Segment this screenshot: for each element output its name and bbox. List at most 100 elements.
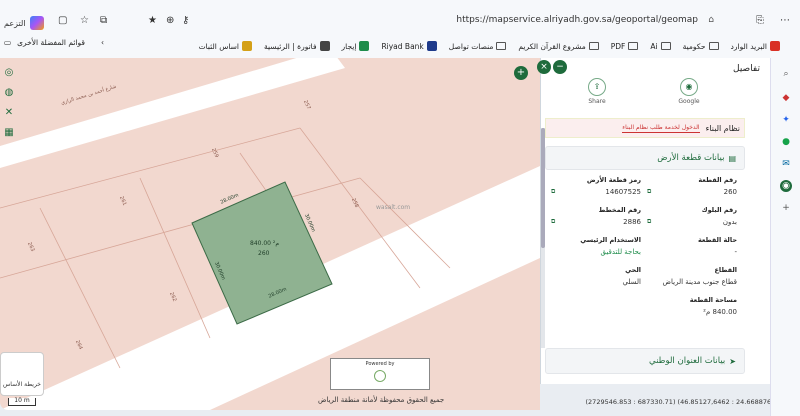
scrollbar-thumb[interactable]	[541, 128, 545, 248]
bookmark-label: PDF	[610, 41, 626, 51]
add-icon[interactable]: +	[780, 202, 792, 214]
bookmark-item[interactable]: اساس الثبات	[198, 41, 253, 51]
share-icon: ⇪	[588, 78, 606, 96]
address-bar[interactable]: https://mapservice.alriyadh.gov.sa/geopo…	[130, 10, 750, 32]
share-button[interactable]: ⇪ Share	[577, 78, 617, 105]
basemap-label: خريطة الأساس	[2, 381, 41, 388]
bookmark-item[interactable]: حكومية	[683, 42, 719, 51]
map-canvas[interactable]: 840.00 م² 260 28.00m 30.00m 28.00m 30.00…	[0, 58, 540, 410]
menu-icon[interactable]: ⋯	[780, 15, 790, 26]
building-system-row: نظام البناء الدخول لخدمة طلب نظام البناء	[545, 118, 745, 138]
panel-scrollbar[interactable]	[541, 128, 545, 348]
browser-sidebar: ⌕ ◆ ✦ ● ✉ ◉ +	[770, 58, 800, 416]
copy-icon[interactable]: ⎘	[756, 15, 764, 26]
copyright-text: جميع الحقوق محفوظة لأمانة منطقة الرياض	[318, 396, 445, 404]
copy-icon[interactable]: ⧉	[647, 218, 651, 226]
search-icon[interactable]: ⌕	[780, 68, 792, 80]
land-section-header[interactable]: ▤ بيانات قطعة الأرض	[545, 146, 745, 170]
field-value: 2886	[623, 218, 641, 226]
field-value: السلي	[622, 278, 641, 286]
shopping-icon[interactable]: ◆	[780, 92, 792, 104]
folder-icon	[628, 42, 639, 50]
gmail-icon	[770, 41, 780, 51]
riyad-bank-icon	[426, 41, 437, 51]
field-cell: رمز قطعة الأرض 14607525 ⧉	[549, 176, 641, 196]
folder-icon	[588, 42, 599, 50]
field-key: القطاع	[714, 266, 737, 274]
copy-icon[interactable]: ⧉	[647, 188, 651, 196]
folder-icon	[708, 42, 719, 50]
tools-icon[interactable]: ✕	[2, 106, 16, 120]
bookmark-label: إيجار	[341, 41, 357, 51]
layers-icon[interactable]: ▦	[2, 126, 16, 140]
copy-icon[interactable]: ⧉	[551, 218, 555, 226]
folder-icon	[660, 42, 671, 50]
field-cell: الاستخدام الرئيسي بحاجة للتدقيق	[549, 236, 641, 256]
close-icon[interactable]: ×	[537, 60, 551, 74]
bookmark-item[interactable]: PDF	[611, 42, 639, 51]
folder-icon	[496, 42, 507, 50]
favorites-add-icon[interactable]: ☆	[80, 15, 89, 26]
bookmark-item[interactable]: Riyad Bank	[381, 41, 437, 51]
maps-icon[interactable]: ●	[780, 136, 792, 148]
field-value: 14607525	[605, 188, 641, 196]
url-text: https://mapservice.alriyadh.gov.sa/geopo…	[456, 15, 698, 25]
ejar-icon	[359, 41, 370, 51]
copy-icon[interactable]: ⧉	[551, 188, 555, 196]
locate-icon[interactable]: ◎	[2, 66, 16, 80]
bookmark-item[interactable]: منصات تواصل	[449, 42, 507, 51]
geoportal-icon[interactable]: ◉	[780, 180, 792, 192]
minimize-icon[interactable]: −	[553, 60, 567, 74]
site-info-icon[interactable]: ⌂	[708, 15, 714, 25]
profile-button[interactable]: التزعم	[4, 16, 44, 30]
tools-icon[interactable]: ✦	[780, 114, 792, 126]
field-cell: حالة القطعة -	[645, 236, 737, 256]
field-cell: رقم المخطط 2886 ⧉	[549, 206, 641, 226]
building-system-link[interactable]: الدخول لخدمة طلب نظام البناء	[622, 124, 700, 133]
field-cell: رقم القطعة 260 ⧉	[645, 176, 737, 196]
outlook-icon[interactable]: ✉	[780, 158, 792, 170]
bookmark-item[interactable]: Ai	[650, 42, 671, 51]
fatoora-icon	[319, 41, 330, 51]
bookmark-item[interactable]: مشروع القرآن الكريم	[518, 42, 599, 51]
toolbar: التزعم ▢ ☆ ⧉ ★ ⊕ ⚷ https://mapservice.al…	[0, 6, 800, 34]
map-svg	[0, 58, 540, 410]
field-key: الاستخدام الرئيسي	[580, 236, 641, 244]
field-key: الحي	[625, 266, 641, 274]
bookmark-item[interactable]: فاتورة | الرئيسية	[264, 41, 330, 51]
field-value: بدون	[722, 218, 737, 226]
bookmark-item[interactable]: إيجار	[342, 41, 370, 51]
parcel-area-label: 840.00 م²	[250, 240, 280, 247]
basemap-switcher[interactable]: خريطة الأساس	[0, 352, 44, 396]
google-maps-button[interactable]: ◉ Google	[669, 78, 709, 105]
bookmark-label: اساس الثبات	[198, 41, 240, 51]
field-key: رقم البلوك	[701, 206, 737, 214]
share-label: Share	[588, 98, 606, 105]
copilot-icon	[29, 16, 44, 30]
google-maps-icon: ◉	[680, 78, 698, 96]
street-upper	[0, 58, 345, 168]
field-cell: مساحة القطعة 840.00 م²	[645, 296, 737, 316]
profile-label: التزعم	[4, 18, 26, 28]
field-value: بحاجة للتدقيق	[600, 248, 641, 256]
field-value: 840.00 م²	[703, 308, 737, 316]
bookmark-label: منصات تواصل	[448, 41, 494, 51]
zoom-in-icon[interactable]: +	[514, 66, 528, 80]
bookmark-label: فاتورة | الرئيسية	[264, 41, 317, 51]
attribution-logo: Powered by	[330, 358, 430, 390]
address-section-header[interactable]: ➤ بيانات العنوان الوطني	[545, 348, 745, 374]
field-cell: القطاع قطاع جنوب مدينة الرياض	[645, 266, 737, 286]
collections-icon[interactable]: ⧉	[100, 15, 107, 26]
field-value: قطاع جنوب مدينة الرياض	[662, 278, 737, 286]
field-cell: رقم البلوك بدون ⧉	[645, 206, 737, 226]
bookmark-label: حكومية	[682, 41, 706, 51]
bookmark-label: البريد الوارد	[730, 41, 767, 51]
address-section-title: بيانات العنوان الوطني	[649, 356, 726, 366]
field-value: -	[734, 248, 737, 256]
globe-icon[interactable]: ◍	[2, 86, 16, 100]
field-key: رقم القطعة	[698, 176, 737, 184]
bookmark-item[interactable]: البريد الوارد	[731, 41, 780, 51]
tabs-icon[interactable]: ▢	[58, 15, 67, 26]
field-key: رقم المخطط	[598, 206, 641, 214]
site-icon	[242, 41, 253, 51]
